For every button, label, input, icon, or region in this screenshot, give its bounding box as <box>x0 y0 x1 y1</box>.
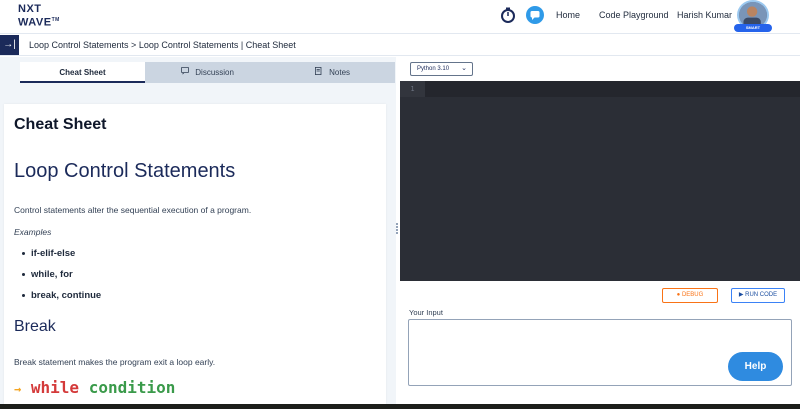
collapse-sidebar-icon[interactable]: →| <box>0 35 19 55</box>
line-number: 1 <box>400 81 425 97</box>
stopwatch-icon[interactable] <box>500 7 516 23</box>
break-description: Break statement makes the program exit a… <box>14 357 216 367</box>
code-editor[interactable]: 1 <box>400 81 800 281</box>
break-heading: Break <box>14 318 56 335</box>
breadcrumb-bar: →| Loop Control Statements > Loop Contro… <box>0 34 800 56</box>
code-condition: condition <box>88 378 176 397</box>
intro-text: Control statements alter the sequential … <box>14 205 252 215</box>
debug-button[interactable]: ● DEBUG <box>662 288 718 303</box>
chat-support-icon[interactable] <box>526 6 544 24</box>
tab-cheat-sheet[interactable]: Cheat Sheet <box>20 62 145 83</box>
examples-label: Examples <box>14 227 52 237</box>
language-select[interactable]: Python 3.10 ⌄ <box>410 62 473 76</box>
tab-notes[interactable]: Notes <box>270 62 395 83</box>
nav-code-playground[interactable]: Code Playground <box>599 10 669 20</box>
avatar-badge: SMART <box>734 24 772 32</box>
notes-icon <box>314 67 325 77</box>
content-tabs: Cheat Sheet Discussion Notes <box>20 62 395 83</box>
list-item: break, continue <box>22 290 101 301</box>
run-code-button[interactable]: ▶ RUN CODE <box>731 288 785 303</box>
chevron-down-icon: ⌄ <box>461 65 467 72</box>
nav-home[interactable]: Home <box>556 10 580 20</box>
breadcrumb: Loop Control Statements > Loop Control S… <box>29 40 296 50</box>
top-bar: NXT WAVETM Home Code Playground Harish K… <box>0 0 800 34</box>
list-item: while, for <box>22 269 73 280</box>
active-line[interactable] <box>425 81 800 97</box>
cheat-sheet-content: Cheat Sheet Loop Control Statements Cont… <box>4 104 386 409</box>
code-pane: Python 3.10 ⌄ 1 ● DEBUG ▶ RUN CODE Your … <box>400 57 800 409</box>
arrow-icon: → <box>14 382 22 396</box>
list-item: if-elif-else <box>22 248 75 259</box>
break-flow-diagram: → while condition <box>14 378 175 397</box>
page-title: Loop Control Statements <box>14 160 236 182</box>
chat-bubble-icon <box>181 67 191 77</box>
section-heading: Cheat Sheet <box>14 116 107 133</box>
help-button[interactable]: Help <box>728 352 783 381</box>
pane-resize-handle[interactable] <box>396 222 399 240</box>
nxtwave-logo[interactable]: NXT WAVETM <box>18 4 60 29</box>
input-label: Your Input <box>409 308 443 317</box>
bottom-strip <box>0 404 800 409</box>
tab-discussion[interactable]: Discussion <box>145 62 270 83</box>
nav-user-name[interactable]: Harish Kumar <box>677 10 732 20</box>
learning-pane: Cheat Sheet Discussion Notes Cheat Sheet… <box>0 57 396 409</box>
code-keyword: while <box>30 378 80 397</box>
